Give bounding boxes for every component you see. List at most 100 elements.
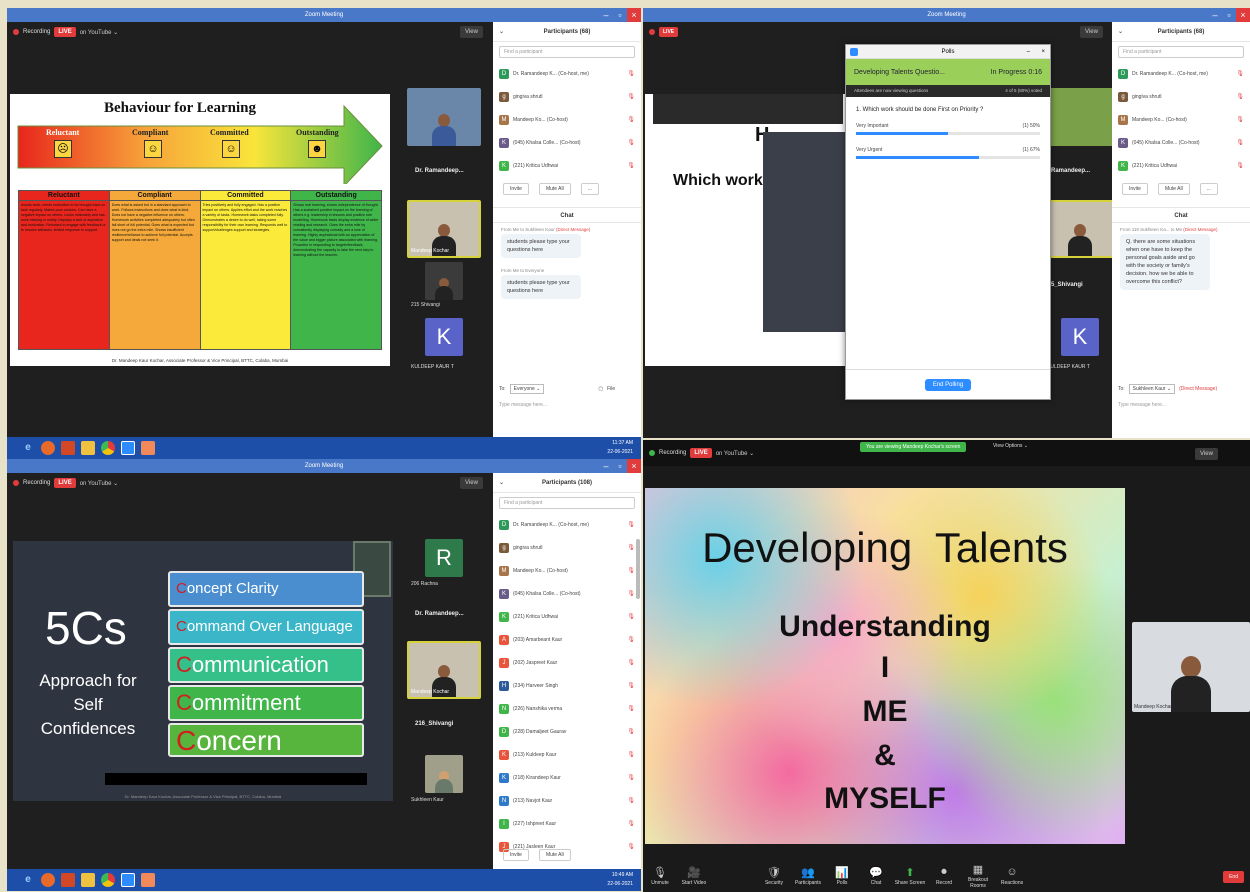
view-options-dropdown[interactable]: View Options ⌄: [993, 443, 1028, 449]
close-button[interactable]: ×: [627, 459, 641, 473]
scrollbar[interactable]: [636, 539, 640, 599]
participant-search-input[interactable]: Find a participant: [499, 497, 635, 509]
participant-row[interactable]: M Mandeep Ko... (Co-host) 🎙: [493, 108, 641, 131]
recipient-dropdown[interactable]: Everyone ⌄: [509, 384, 545, 394]
chevron-down-icon[interactable]: ⌄: [1118, 22, 1123, 42]
minimize-button[interactable]: –: [1027, 45, 1030, 59]
muted-mic-icon[interactable]: 🎙: [627, 590, 635, 597]
chevron-down-icon[interactable]: ⌄: [499, 473, 504, 493]
video-tile-avatar[interactable]: K: [1061, 318, 1099, 356]
chat-input[interactable]: Type message here...: [1118, 402, 1166, 408]
video-tile[interactable]: [425, 755, 463, 793]
view-button[interactable]: View: [460, 477, 483, 489]
participant-row[interactable]: K (221) Kritica Udhwai 🎙: [1112, 154, 1250, 177]
muted-mic-icon[interactable]: 🎙: [627, 774, 635, 781]
participant-row[interactable]: D (228) Damaljeet Gaurav 🎙: [493, 720, 641, 743]
view-button[interactable]: View: [460, 26, 483, 38]
muted-mic-icon[interactable]: 🎙: [1236, 70, 1244, 77]
zoom-icon[interactable]: [121, 873, 135, 887]
end-meeting-button[interactable]: End: [1223, 871, 1244, 883]
participant-row[interactable]: D Dr. Ramandeep K... (Co-host, me) 🎙: [493, 513, 641, 536]
start-video-button[interactable]: 🎥 Start Video: [677, 866, 711, 886]
live-badge[interactable]: LIVE: [54, 478, 76, 488]
close-button[interactable]: ×: [627, 8, 641, 22]
video-tile-active[interactable]: Mandeep Kochar: [1132, 622, 1250, 712]
youtube-dropdown[interactable]: on YouTube ⌄: [80, 480, 119, 487]
view-button[interactable]: View: [1080, 26, 1103, 38]
muted-mic-icon[interactable]: 🎙: [1236, 162, 1244, 169]
paint-icon[interactable]: [141, 873, 155, 887]
polls-button[interactable]: 📊 Polls: [825, 866, 859, 886]
participant-row[interactable]: g gingiva shrutl 🎙: [1112, 85, 1250, 108]
minimize-button[interactable]: –: [599, 459, 613, 473]
zoom-icon[interactable]: [121, 441, 135, 455]
participant-row[interactable]: K (218) Kirandeep Kaur 🎙: [493, 766, 641, 789]
ie-icon[interactable]: e: [21, 873, 35, 887]
folder-icon[interactable]: [81, 873, 95, 887]
video-tile[interactable]: [407, 88, 481, 146]
ie-icon[interactable]: e: [21, 441, 35, 455]
muted-mic-icon[interactable]: 🎙: [627, 820, 635, 827]
video-tile[interactable]: [425, 262, 463, 300]
muted-mic-icon[interactable]: 🎙: [627, 728, 635, 735]
invite-button[interactable]: Invite: [1122, 183, 1148, 195]
muted-mic-icon[interactable]: 🎙: [627, 116, 635, 123]
participant-row[interactable]: K (221) Kritica Udhwai 🎙: [493, 605, 641, 628]
maximize-button[interactable]: ▫: [613, 8, 627, 22]
record-button[interactable]: ⏺ Record: [927, 866, 961, 886]
chat-button[interactable]: 💬 Chat: [859, 866, 893, 886]
muted-mic-icon[interactable]: 🎙: [627, 139, 635, 146]
muted-mic-icon[interactable]: 🎙: [627, 567, 635, 574]
participant-row[interactable]: K (221) Kritica Udhwai 🎙: [493, 154, 641, 177]
video-tile-active[interactable]: Mandeep Kochar: [407, 641, 481, 699]
muted-mic-icon[interactable]: 🎙: [627, 544, 635, 551]
participant-row[interactable]: K (045) Khalsa Colle... (Co-host) 🎙: [493, 131, 641, 154]
breakout-rooms-button[interactable]: ▦ Breakout Rooms: [961, 863, 995, 889]
participant-row[interactable]: A (203) Amarbeant Kaur 🎙: [493, 628, 641, 651]
firefox-icon[interactable]: [41, 441, 55, 455]
participant-row[interactable]: K (045) Khalsa Colle... (Co-host) 🎙: [1112, 131, 1250, 154]
muted-mic-icon[interactable]: 🎙: [627, 93, 635, 100]
muted-mic-icon[interactable]: 🎙: [1236, 93, 1244, 100]
muted-mic-icon[interactable]: 🎙: [627, 705, 635, 712]
folder-icon[interactable]: [81, 441, 95, 455]
mute-all-button[interactable]: Mute All: [538, 183, 571, 195]
muted-mic-icon[interactable]: 🎙: [627, 70, 635, 77]
close-button[interactable]: ×: [1236, 8, 1250, 22]
participant-row[interactable]: N (226) Nanshika verma 🎙: [493, 697, 641, 720]
muted-mic-icon[interactable]: 🎙: [627, 659, 635, 666]
participant-search-input[interactable]: Find a participant: [499, 46, 635, 58]
close-icon[interactable]: ×: [1041, 45, 1045, 59]
chrome-icon[interactable]: [101, 441, 115, 455]
muted-mic-icon[interactable]: 🎙: [627, 682, 635, 689]
view-button[interactable]: View: [1195, 448, 1218, 460]
more-button[interactable]: ...: [580, 183, 599, 195]
muted-mic-icon[interactable]: 🎙: [627, 521, 635, 528]
powerpoint-icon[interactable]: [61, 873, 75, 887]
participant-row[interactable]: D Dr. Ramandeep K... (Co-host, me) 🎙: [493, 62, 641, 85]
participant-row[interactable]: H (234) Harveer Singh 🎙: [493, 674, 641, 697]
mute-all-button[interactable]: Mute All: [538, 849, 571, 861]
muted-mic-icon[interactable]: 🎙: [627, 162, 635, 169]
participant-row[interactable]: g gingiva shrutl 🎙: [493, 536, 641, 559]
muted-mic-icon[interactable]: 🎙: [627, 843, 635, 850]
live-badge[interactable]: LIVE: [54, 27, 76, 37]
live-badge[interactable]: LIVE: [690, 448, 712, 458]
participant-row[interactable]: N (213) Navjot Kaur 🎙: [493, 789, 641, 812]
participant-row[interactable]: I (227) Ishpreet Kaur 🎙: [493, 812, 641, 835]
reactions-button[interactable]: ☺ Reactions: [995, 866, 1029, 886]
share-screen-button[interactable]: ⬆ Share Screen: [893, 866, 927, 886]
paint-icon[interactable]: [141, 441, 155, 455]
invite-button[interactable]: Invite: [503, 183, 529, 195]
participants-button[interactable]: 👥 Participants: [791, 866, 825, 886]
participant-row[interactable]: M Mandeep Ko... (Co-host) 🎙: [493, 559, 641, 582]
video-tile-active[interactable]: [1043, 200, 1117, 258]
participant-row[interactable]: M Mandeep Ko... (Co-host) 🎙: [1112, 108, 1250, 131]
video-tile[interactable]: [1043, 88, 1117, 146]
security-button[interactable]: 🛡 Security: [757, 866, 791, 886]
invite-button[interactable]: Invite: [503, 849, 529, 861]
participant-row[interactable]: g gingiva shrutl 🎙: [493, 85, 641, 108]
muted-mic-icon[interactable]: 🎙: [627, 751, 635, 758]
firefox-icon[interactable]: [41, 873, 55, 887]
recipient-dropdown[interactable]: Sukhleen Kaur ⌄: [1128, 384, 1176, 394]
